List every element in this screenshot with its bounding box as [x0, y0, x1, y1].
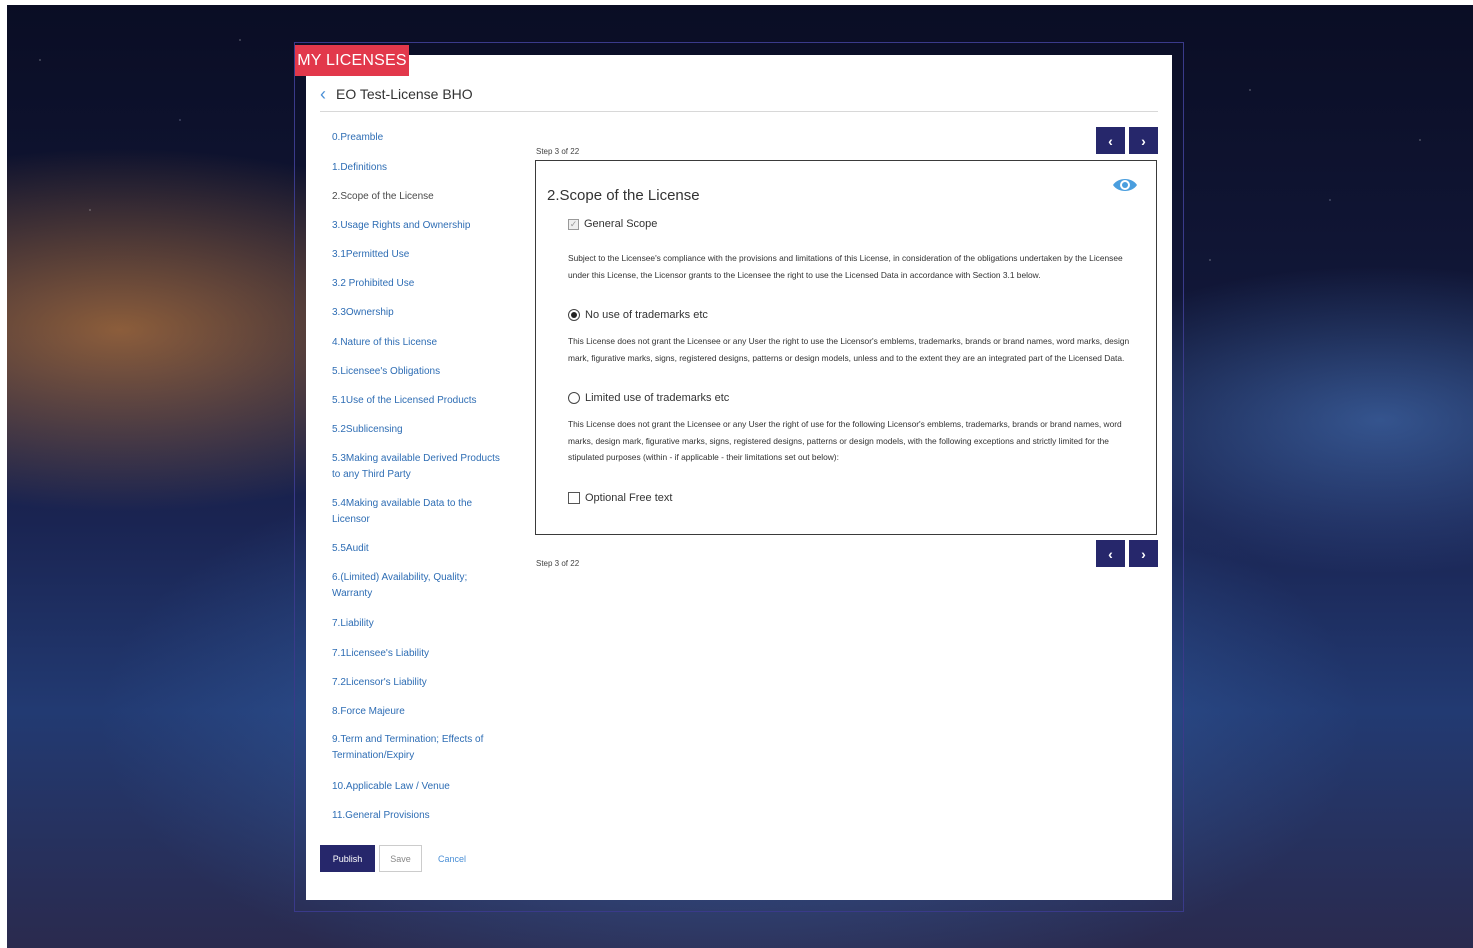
step-indicator-bottom: Step 3 of 22: [536, 559, 580, 568]
radio-no-trademarks[interactable]: No use of trademarks etc: [568, 309, 708, 321]
step-content: 2.Scope of the License ✓ General Scope S…: [535, 160, 1157, 535]
step-nav-top: ‹ ›: [1096, 127, 1158, 154]
chevron-left-icon: ‹: [1108, 132, 1113, 149]
prev-step-button[interactable]: ‹: [1096, 127, 1125, 154]
checkbox-checked-icon: ✓: [568, 218, 579, 230]
nav-item[interactable]: 5.2Sublicensing: [332, 422, 508, 438]
section-title: 2.Scope of the License: [547, 187, 700, 204]
radio-unselected-icon: [568, 392, 580, 404]
chevron-right-icon: ›: [1141, 545, 1146, 562]
checkbox-unchecked-icon: [568, 492, 580, 504]
chevron-right-icon: ›: [1141, 132, 1146, 149]
nav-item[interactable]: 10.Applicable Law / Venue: [332, 779, 508, 795]
nav-item[interactable]: 0.Preamble: [332, 130, 508, 146]
license-title: EO Test-License BHO: [336, 86, 473, 102]
save-button[interactable]: Save: [379, 845, 422, 872]
general-scope-text: Subject to the Licensee's compliance wit…: [568, 253, 1123, 280]
chevron-left-icon: ‹: [1108, 545, 1113, 562]
left-edge: [0, 0, 7, 948]
nav-item[interactable]: 3.2 Prohibited Use: [332, 276, 508, 292]
nav-item[interactable]: 5.3Making available Derived Products to …: [332, 451, 508, 483]
general-scope-label: General Scope: [584, 218, 658, 230]
nav-item[interactable]: 1.Definitions: [332, 160, 508, 176]
nav-item[interactable]: 7.1Licensee's Liability: [332, 646, 508, 662]
cancel-button[interactable]: Cancel: [438, 854, 466, 864]
nav-item[interactable]: 8.Force Majeure: [332, 704, 508, 720]
option-no-trademarks-label: No use of trademarks etc: [585, 309, 708, 321]
nav-item[interactable]: 9.Term and Termination; Effects of Termi…: [332, 732, 508, 764]
nav-item[interactable]: 3.Usage Rights and Ownership: [332, 218, 508, 234]
header-divider: [320, 111, 1158, 112]
brand-tab: MY LICENSES: [295, 45, 409, 76]
nav-item[interactable]: 2.Scope of the License: [332, 189, 508, 205]
next-step-button[interactable]: ›: [1129, 127, 1158, 154]
publish-button[interactable]: Publish: [320, 845, 375, 872]
top-edge: [0, 0, 1473, 5]
eye-icon[interactable]: [1112, 176, 1138, 194]
optional-free-text-checkbox[interactable]: Optional Free text: [568, 492, 672, 504]
nav-item[interactable]: 3.1Permitted Use: [332, 247, 508, 263]
nav-item[interactable]: 5.Licensee's Obligations: [332, 364, 508, 380]
radio-limited-trademarks[interactable]: Limited use of trademarks etc: [568, 392, 729, 404]
license-header: ‹ EO Test-License BHO: [320, 84, 473, 104]
option-limited-trademarks-text: This License does not grant the Licensee…: [568, 419, 1122, 462]
chevron-left-icon[interactable]: ‹: [320, 84, 326, 104]
nav-item[interactable]: 7.Liability: [332, 616, 508, 632]
nav-item[interactable]: 5.4Making available Data to the Licensor: [332, 496, 508, 528]
nav-item[interactable]: 11.General Provisions: [332, 808, 508, 824]
step-nav-bottom: ‹ ›: [1096, 540, 1158, 567]
prev-step-button[interactable]: ‹: [1096, 540, 1125, 567]
radio-selected-icon: [568, 309, 580, 321]
nav-item[interactable]: 5.5Audit: [332, 541, 508, 557]
option-no-trademarks-text: This License does not grant the Licensee…: [568, 336, 1130, 363]
nav-item[interactable]: 6.(Limited) Availability, Quality; Warra…: [332, 570, 508, 602]
optional-free-text-label: Optional Free text: [585, 492, 673, 504]
nav-item[interactable]: 5.1Use of the Licensed Products: [332, 393, 508, 409]
nav-item[interactable]: 4.Nature of this License: [332, 335, 508, 351]
general-scope-checkbox[interactable]: ✓ General Scope: [568, 218, 657, 230]
form-actions: Publish Save Cancel: [320, 845, 466, 872]
nav-item[interactable]: 3.3Ownership: [332, 305, 508, 321]
next-step-button[interactable]: ›: [1129, 540, 1158, 567]
step-indicator-top: Step 3 of 22: [536, 147, 580, 156]
nav-item[interactable]: 7.2Licensor's Liability: [332, 675, 508, 691]
option-limited-trademarks-label: Limited use of trademarks etc: [585, 392, 730, 404]
